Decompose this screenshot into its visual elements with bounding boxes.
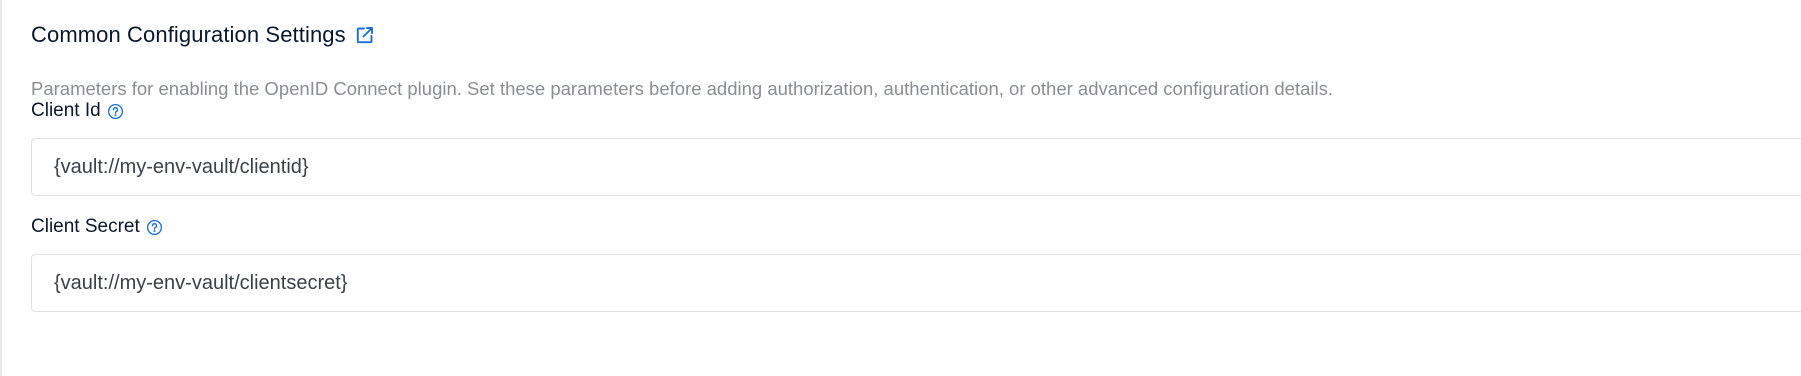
section-header: Common Configuration Settings xyxy=(31,18,1801,52)
client-secret-input[interactable] xyxy=(31,254,1801,312)
client-id-label-row: Client Id xyxy=(31,98,1801,124)
common-configuration-section: Common Configuration Settings Parameters… xyxy=(31,18,1801,312)
external-link-icon[interactable] xyxy=(354,24,376,46)
client-id-label: Client Id xyxy=(31,100,101,121)
question-circle-icon[interactable] xyxy=(107,102,125,120)
client-secret-label: Client Secret xyxy=(31,216,140,237)
client-id-input[interactable] xyxy=(31,138,1801,196)
client-secret-field: Client Secret xyxy=(31,214,1801,312)
panel-left-border xyxy=(0,0,2,376)
question-circle-icon[interactable] xyxy=(146,218,164,236)
section-title: Common Configuration Settings xyxy=(31,22,346,47)
section-description: Parameters for enabling the OpenID Conne… xyxy=(31,78,1333,99)
client-id-field: Client Id xyxy=(31,98,1801,196)
client-secret-label-row: Client Secret xyxy=(31,214,1801,240)
